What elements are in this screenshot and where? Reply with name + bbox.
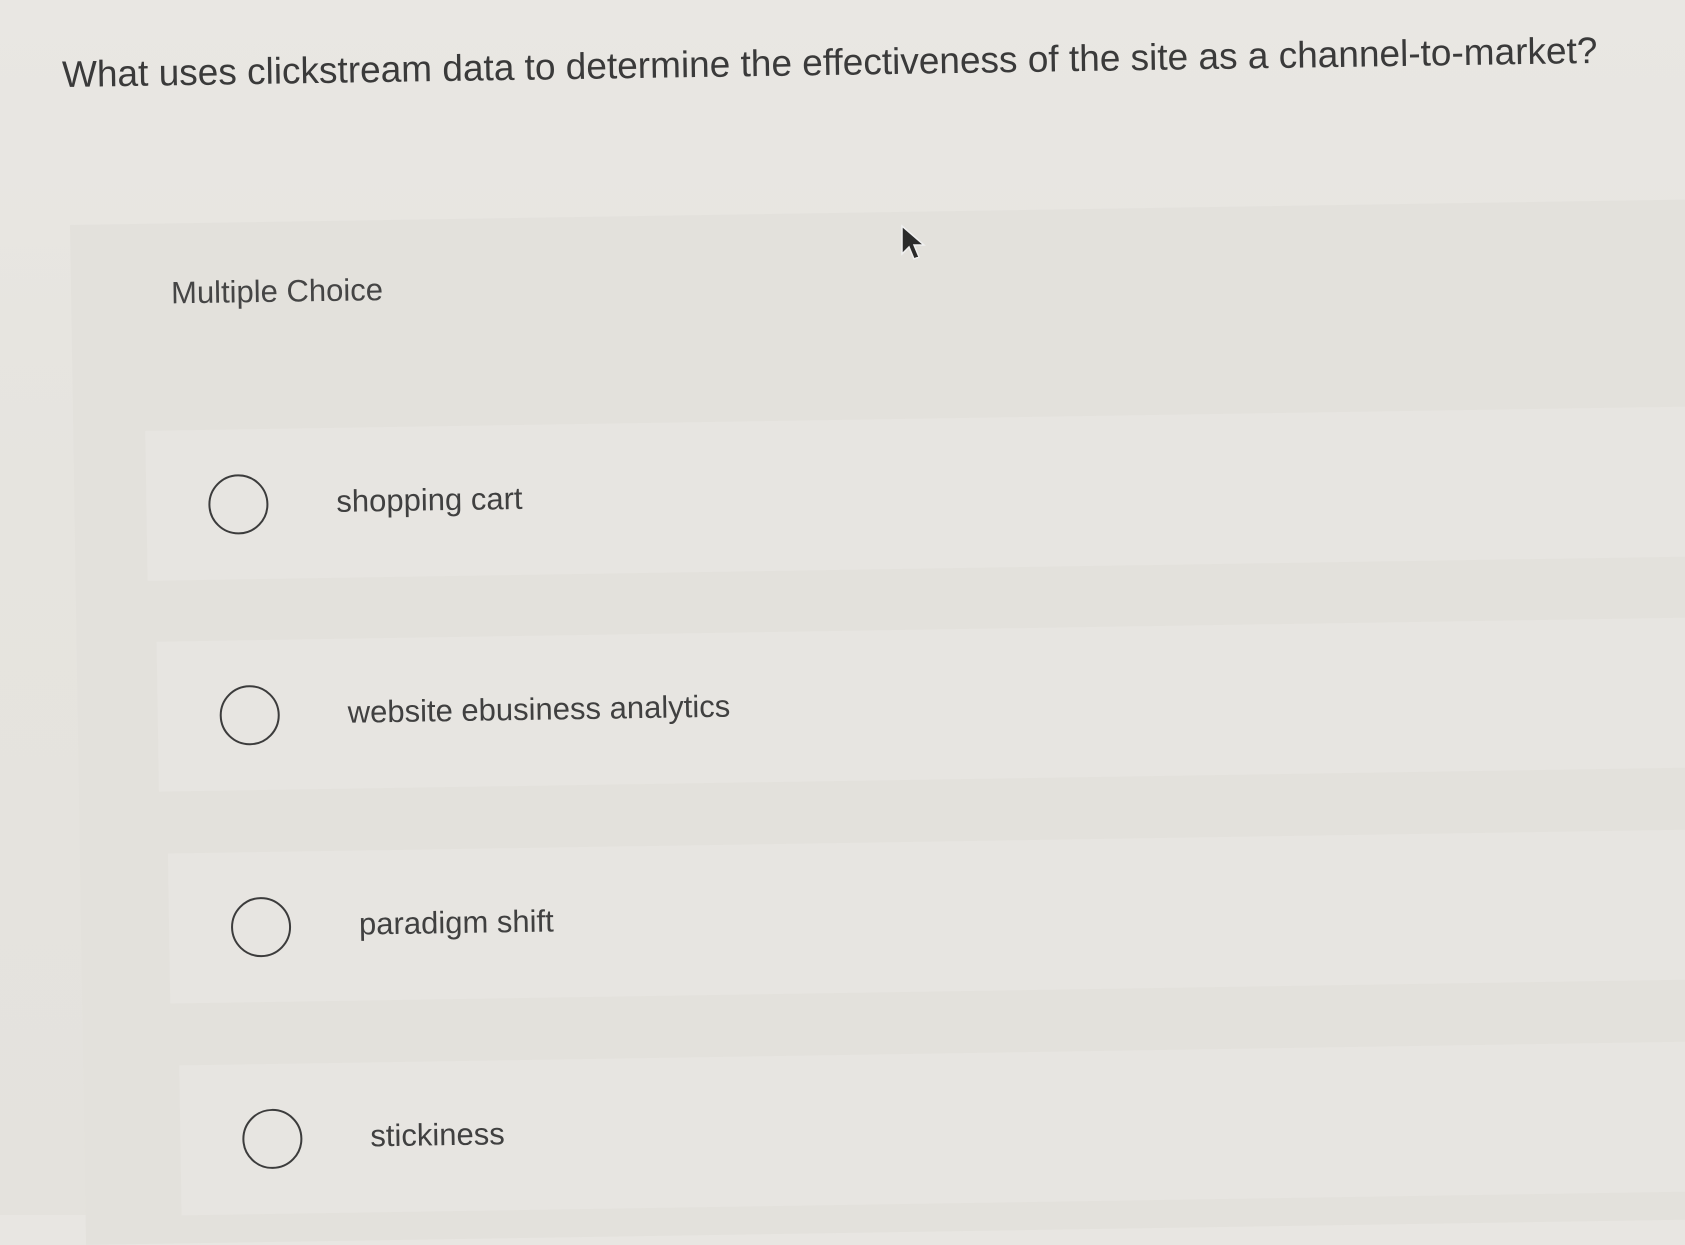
radio-button-icon[interactable] bbox=[207, 473, 269, 535]
answer-option-label: shopping cart bbox=[336, 480, 523, 519]
answer-option-stickiness[interactable]: stickiness bbox=[179, 1041, 1685, 1216]
radio-button-icon[interactable] bbox=[241, 1108, 303, 1170]
mouse-pointer-icon bbox=[901, 224, 927, 260]
question-text: What uses clickstream data to determine … bbox=[61, 29, 1598, 95]
radio-button-icon[interactable] bbox=[219, 684, 281, 746]
question-type-label: Multiple Choice bbox=[170, 272, 384, 311]
radio-button-icon[interactable] bbox=[230, 896, 292, 958]
answer-option-website-ebusiness-analytics[interactable]: website ebusiness analytics bbox=[156, 617, 1685, 792]
answer-option-label: paradigm shift bbox=[358, 903, 554, 942]
answer-option-paradigm-shift[interactable]: paradigm shift bbox=[167, 829, 1685, 1004]
multiple-choice-panel: Multiple Choice shopping cart website eb… bbox=[70, 199, 1685, 1245]
answer-option-label: stickiness bbox=[370, 1116, 505, 1154]
quiz-page: What uses clickstream data to determine … bbox=[0, 0, 1685, 1245]
answer-option-shopping-cart[interactable]: shopping cart bbox=[145, 406, 1685, 581]
answer-option-label: website ebusiness analytics bbox=[347, 688, 731, 730]
